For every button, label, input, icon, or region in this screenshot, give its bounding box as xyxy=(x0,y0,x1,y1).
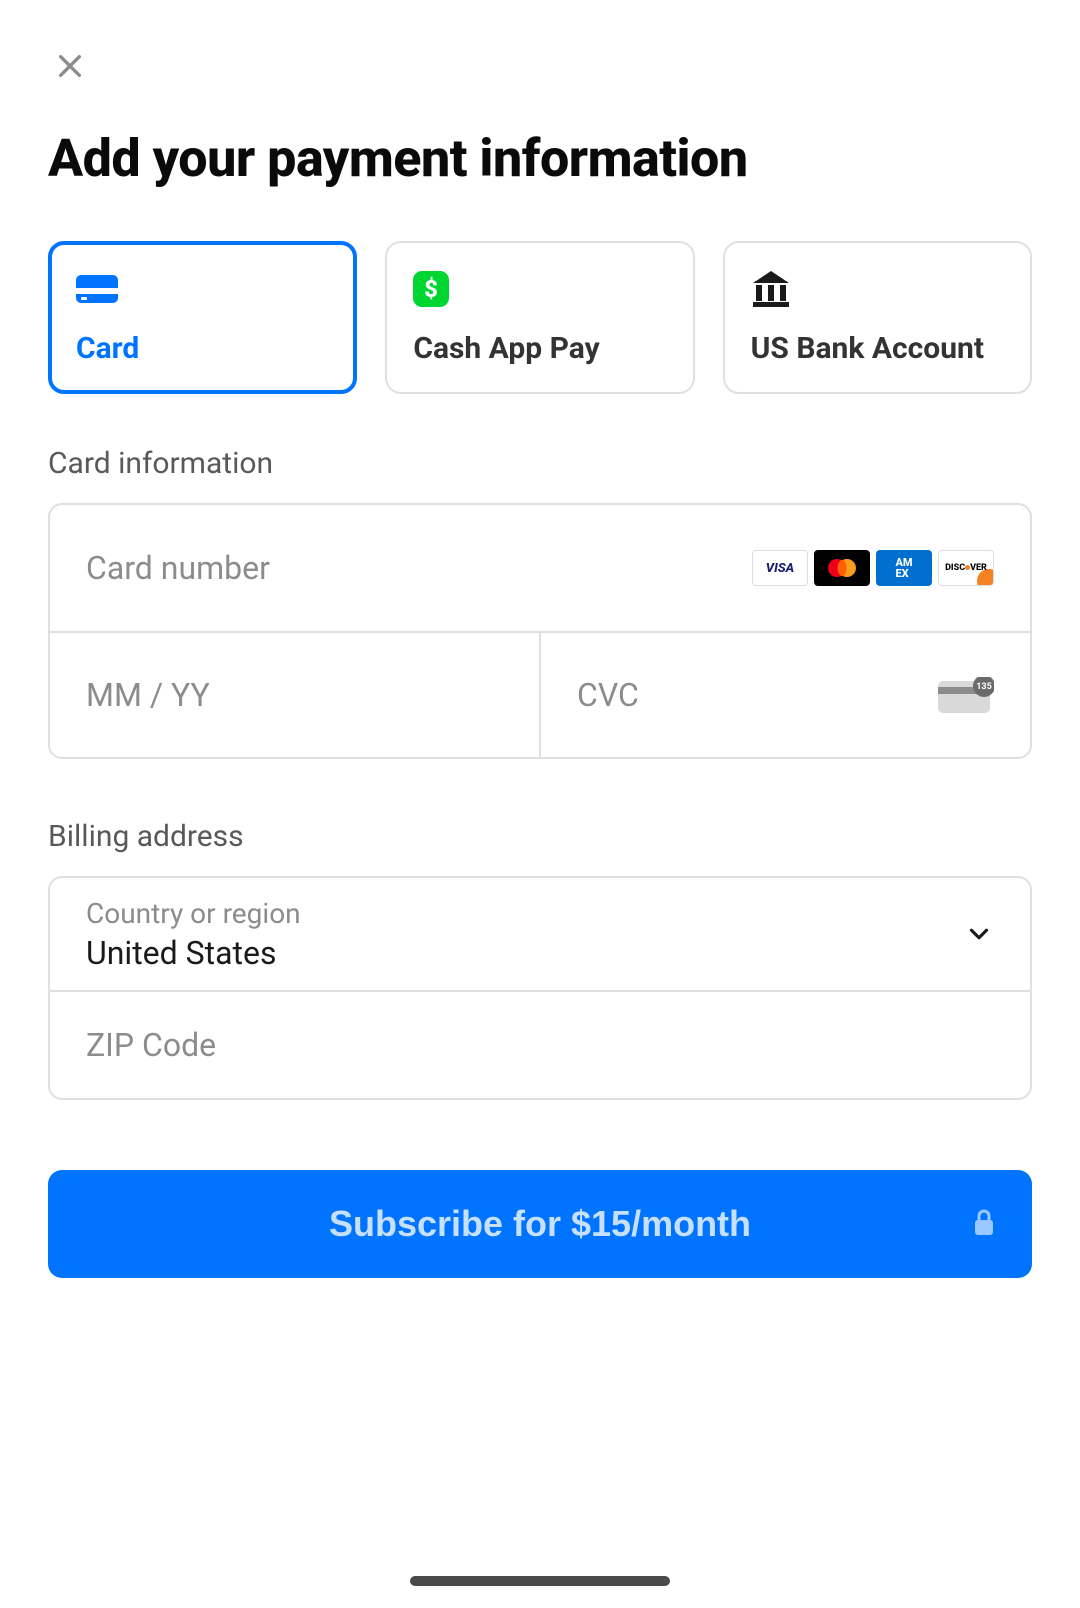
mastercard-icon xyxy=(814,550,870,586)
discover-icon: DISCVER xyxy=(938,550,994,586)
card-cvc-input[interactable] xyxy=(577,676,938,714)
payment-option-card[interactable]: Card xyxy=(48,241,357,394)
lock-icon xyxy=(972,1203,996,1245)
country-value: United States xyxy=(86,934,301,972)
card-icon xyxy=(76,271,329,307)
visa-icon: VISA xyxy=(752,550,808,586)
card-brand-icons: VISA AMEX DISCVER xyxy=(752,550,994,586)
card-expiry-input[interactable] xyxy=(86,676,503,714)
cvc-hint-icon: 135 xyxy=(938,677,994,713)
country-inner-label: Country or region xyxy=(86,897,301,930)
billing-address-label: Billing address xyxy=(48,819,1032,854)
card-info-label: Card information xyxy=(48,446,1032,481)
billing-group: Country or region United States xyxy=(48,876,1032,1100)
country-select[interactable]: Country or region United States xyxy=(50,878,1030,990)
chevron-down-icon xyxy=(964,919,994,949)
payment-option-bank-label: US Bank Account xyxy=(751,331,1004,366)
zip-input[interactable] xyxy=(86,1026,994,1064)
home-indicator[interactable] xyxy=(410,1576,670,1586)
close-button[interactable] xyxy=(48,44,92,88)
cashapp-icon: $ xyxy=(413,271,666,307)
payment-option-cashapp[interactable]: $ Cash App Pay xyxy=(385,241,694,394)
payment-option-cashapp-label: Cash App Pay xyxy=(413,331,666,366)
close-icon xyxy=(54,50,86,82)
bank-icon xyxy=(751,271,1004,307)
svg-text:$: $ xyxy=(424,275,438,303)
payment-method-selector: Card $ Cash App Pay US Ban xyxy=(48,241,1032,394)
svg-text:135: 135 xyxy=(976,682,992,692)
payment-option-bank[interactable]: US Bank Account xyxy=(723,241,1032,394)
card-info-group: VISA AMEX DISCVER xyxy=(48,503,1032,759)
page-title: Add your payment information xyxy=(48,128,1032,189)
payment-option-card-label: Card xyxy=(76,331,329,366)
card-number-input[interactable] xyxy=(86,549,752,587)
subscribe-button[interactable]: Subscribe for $15/month xyxy=(48,1170,1032,1278)
subscribe-button-label: Subscribe for $15/month xyxy=(329,1203,751,1245)
amex-icon: AMEX xyxy=(876,550,932,586)
